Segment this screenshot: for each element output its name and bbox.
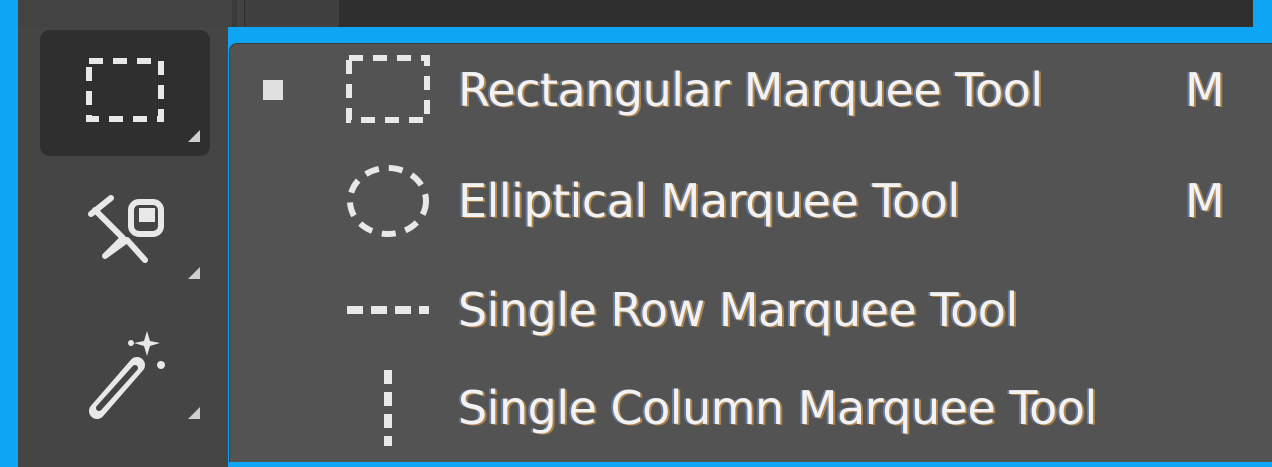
window-frame: Rectangular Marquee Tool M Elliptical Ma…	[0, 0, 1272, 467]
top-bar	[18, 0, 1253, 27]
menu-item-label: Elliptical Marquee Tool	[458, 174, 960, 228]
menu-item-label: Rectangular Marquee Tool	[458, 63, 1043, 117]
marquee-tools-flyout-menu: Rectangular Marquee Tool M Elliptical Ma…	[229, 43, 1272, 462]
flyout-indicator-icon	[188, 407, 200, 419]
magic-wand-icon	[89, 331, 165, 419]
toolbar-object-selection-button[interactable]	[40, 167, 210, 293]
toolbar-magic-wand-button[interactable]	[40, 307, 210, 433]
single-column-marquee-icon	[342, 368, 434, 448]
options-bar	[339, 0, 1253, 27]
menu-item-label: Single Column Marquee Tool	[458, 381, 1097, 435]
single-row-marquee-icon	[342, 270, 434, 350]
toolbar	[18, 27, 228, 467]
menu-item-shortcut: M	[1185, 63, 1225, 117]
menu-item-single-column-marquee[interactable]: Single Column Marquee Tool	[230, 368, 1272, 448]
menu-item-shortcut: M	[1185, 174, 1225, 228]
top-bar-tab[interactable]	[244, 0, 339, 27]
toolbar-rectangular-marquee-button[interactable]	[40, 30, 210, 156]
object-selection-icon	[88, 195, 164, 263]
flyout-indicator-icon	[188, 130, 200, 142]
menu-item-rectangular-marquee[interactable]: Rectangular Marquee Tool M	[230, 50, 1272, 130]
rectangular-marquee-icon	[342, 50, 434, 130]
elliptical-marquee-icon	[342, 161, 434, 241]
top-bar-divider	[232, 0, 237, 27]
selected-indicator-icon	[263, 80, 283, 100]
menu-item-single-row-marquee[interactable]: Single Row Marquee Tool	[230, 270, 1272, 350]
flyout-indicator-icon	[188, 267, 200, 279]
rectangular-marquee-icon	[86, 58, 164, 122]
menu-item-elliptical-marquee[interactable]: Elliptical Marquee Tool M	[230, 161, 1272, 241]
menu-item-label: Single Row Marquee Tool	[458, 283, 1018, 337]
